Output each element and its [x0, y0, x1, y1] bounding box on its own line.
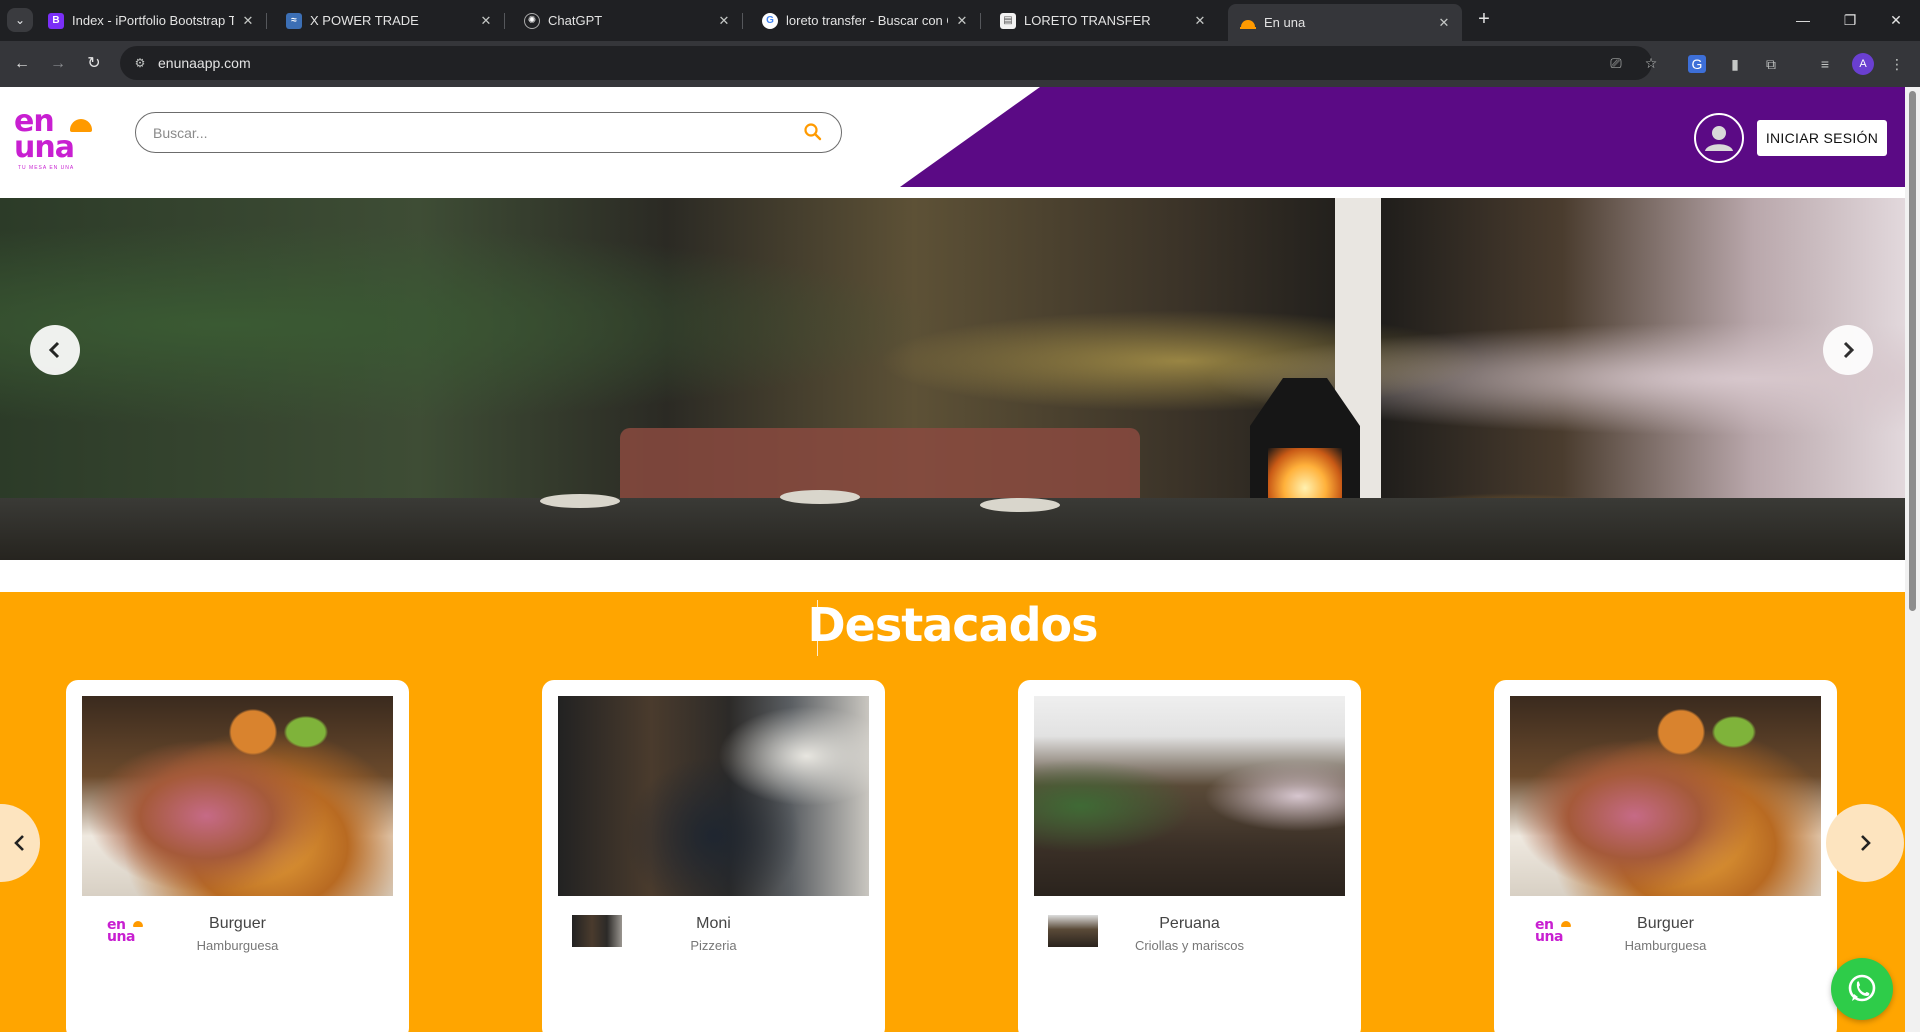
chevron-right-icon [1843, 341, 1855, 359]
tab-en-una[interactable]: En una ✕ [1228, 4, 1462, 41]
scrollbar-thumb[interactable] [1909, 91, 1916, 611]
hero-carousel [0, 198, 1905, 560]
chevron-left-icon [14, 835, 24, 851]
ceviche-photo [1510, 696, 1821, 896]
whatsapp-icon [1848, 974, 1876, 1002]
profile-avatar[interactable]: A [1852, 53, 1874, 75]
hero-image-floor [0, 498, 1905, 560]
search-box [135, 112, 842, 153]
hero-image-table [980, 498, 1060, 512]
restaurant-name: Burguer [209, 915, 266, 932]
ceviche-photo [82, 696, 393, 896]
translate-icon[interactable]: G [1688, 55, 1706, 73]
restaurant-name: Burguer [1637, 915, 1694, 932]
extension-doc-icon[interactable]: ▮ [1724, 53, 1746, 75]
restaurant-category: Hamburguesa [1624, 938, 1707, 953]
featured-next-button[interactable] [1826, 804, 1904, 882]
browser-toolbar: ← → ↻ ⚙ enunaapp.com ⎚ ☆ G ▮ ⧉ ≡ A ⋮ [0, 41, 1920, 87]
terrace-photo [1034, 696, 1345, 896]
window-close-icon[interactable]: ✕ [1876, 8, 1916, 32]
bootstrap-icon: B [48, 12, 64, 29]
restaurant-category: Hamburguesa [196, 938, 279, 953]
minimize-icon[interactable]: — [1783, 8, 1823, 32]
restaurant-card[interactable]: Moni Pizzeria [542, 680, 885, 1032]
menu-kebab-icon[interactable]: ⋮ [1886, 53, 1908, 75]
chevron-right-icon [1861, 835, 1871, 851]
featured-section: Destacados en una Burguer Hamburguesa Mon… [0, 592, 1905, 1032]
document-icon: ▤ [1000, 12, 1016, 29]
hero-image-fire [1268, 448, 1342, 498]
hero-image-bench [620, 428, 1140, 498]
hero-prev-button[interactable] [30, 325, 80, 375]
enuna-logo[interactable]: en una TU MESA EN UNA [14, 107, 96, 173]
google-icon: G [762, 12, 778, 29]
restaurant-category: Criollas y mariscos [1134, 938, 1245, 953]
search-input[interactable] [153, 122, 753, 144]
chatgpt-icon: ✺ [524, 12, 540, 29]
extensions-puzzle-icon[interactable]: ⧉ [1760, 53, 1782, 75]
restaurant-name: Moni [696, 915, 731, 932]
reload-icon[interactable]: ↻ [82, 52, 106, 76]
back-icon[interactable]: ← [10, 52, 34, 76]
restaurant-card[interactable]: en una Burguer Hamburguesa [1494, 680, 1837, 1032]
tab-loreto-transfer[interactable]: ▤ LORETO TRANSFER ✕ [988, 4, 1218, 37]
close-icon[interactable]: ✕ [716, 13, 732, 29]
logo-text-bottom: una [14, 130, 75, 165]
user-account-button[interactable] [1694, 113, 1744, 163]
header-purple-banner [900, 87, 1905, 187]
restaurant-card[interactable]: en una Burguer Hamburguesa [66, 680, 409, 1032]
install-app-icon[interactable]: ⎚ [1607, 54, 1625, 72]
close-icon[interactable]: ✕ [954, 13, 970, 29]
close-icon[interactable]: ✕ [1192, 13, 1208, 29]
restore-icon[interactable]: ❐ [1830, 8, 1870, 32]
hero-image-table [540, 494, 620, 508]
chevron-left-icon [48, 341, 60, 359]
login-button[interactable]: INICIAR SESIÓN [1757, 120, 1887, 156]
close-icon[interactable]: ✕ [1436, 15, 1452, 31]
tab-chatgpt[interactable]: ✺ ChatGPT ✕ [512, 4, 743, 37]
forward-icon[interactable]: → [46, 52, 70, 76]
logo-tagline: TU MESA EN UNA [18, 165, 75, 171]
site-info-icon[interactable]: ⚙ [132, 55, 148, 71]
hero-image-table [780, 490, 860, 504]
tab-iportfolio[interactable]: B Index - iPortfolio Bootstrap Tem ✕ [36, 4, 267, 37]
page-scrollbar[interactable] [1905, 87, 1920, 1032]
featured-prev-button[interactable] [0, 804, 40, 882]
tab-search-button[interactable]: ⌄ [7, 8, 33, 32]
site-header: en una TU MESA EN UNA INICIAR SESIÓN [0, 87, 1905, 198]
hero-next-button[interactable] [1823, 325, 1873, 375]
restaurant-card[interactable]: Peruana Criollas y mariscos [1018, 680, 1361, 1032]
text-cursor [817, 600, 818, 656]
dining-room-photo [558, 696, 869, 896]
close-icon[interactable]: ✕ [478, 13, 494, 29]
featured-title: Destacados [807, 598, 1098, 652]
bookmark-star-icon[interactable]: ☆ [1642, 54, 1660, 72]
browser-tab-bar: ⌄ B Index - iPortfolio Bootstrap Tem ✕ ≈… [0, 0, 1920, 41]
close-icon[interactable]: ✕ [240, 13, 256, 29]
new-tab-button[interactable]: + [1472, 8, 1496, 32]
page-viewport: en una TU MESA EN UNA INICIAR SESIÓN [0, 87, 1905, 1032]
whatsapp-button[interactable] [1831, 958, 1893, 1020]
user-icon [1705, 126, 1733, 151]
tab-google-search[interactable]: G loreto transfer - Buscar con Goo ✕ [750, 4, 981, 37]
trade-icon: ≈ [286, 12, 302, 29]
restaurant-category: Pizzeria [690, 938, 737, 953]
media-controls-icon[interactable]: ≡ [1814, 53, 1836, 75]
tab-x-power-trade[interactable]: ≈ X POWER TRADE ✕ [274, 4, 505, 37]
restaurant-name: Peruana [1159, 915, 1220, 932]
enuna-icon [1240, 15, 1256, 31]
address-bar[interactable]: ⚙ enunaapp.com ⎚ ☆ [120, 46, 1657, 80]
search-icon[interactable] [803, 122, 823, 142]
